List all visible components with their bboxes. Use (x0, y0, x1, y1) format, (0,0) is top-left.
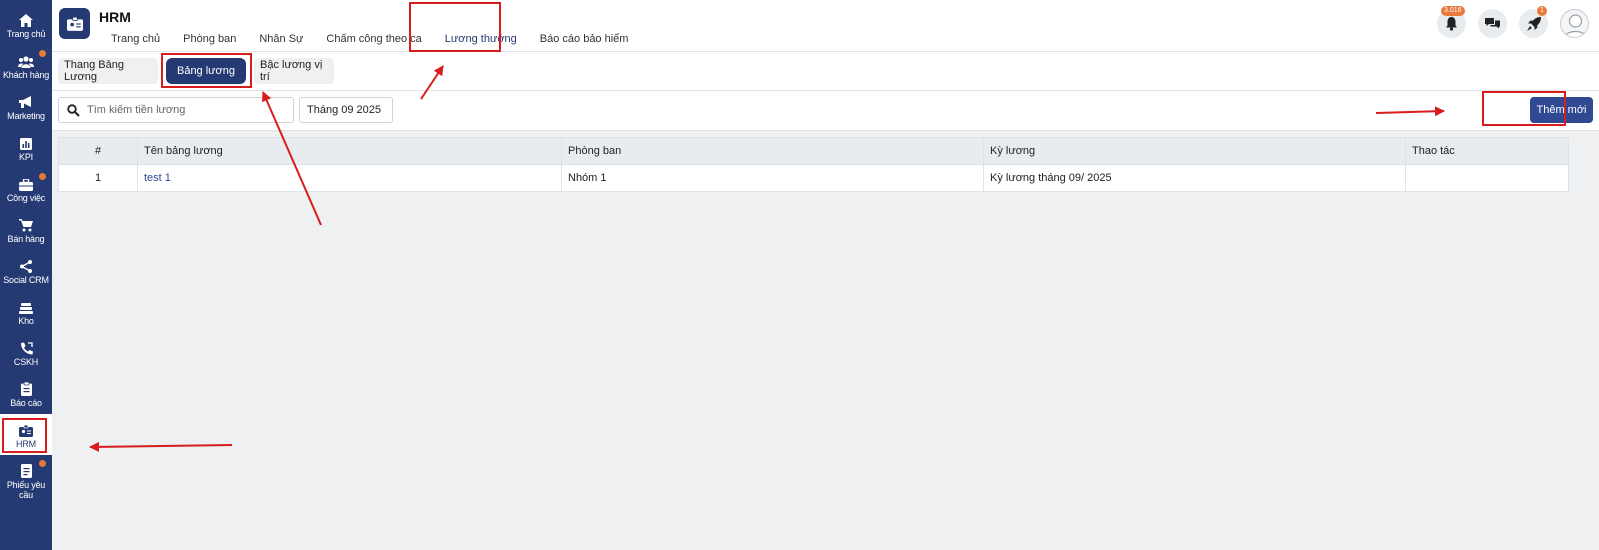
table-row: 1 test 1 Nhóm 1 Kỳ lương tháng 09/ 2025 (59, 165, 1568, 191)
annotation-box-add-button (1482, 91, 1566, 126)
annotation-box-payroll-tab (161, 53, 252, 88)
notification-dot (39, 50, 46, 57)
nav-departments[interactable]: Phòng ban (183, 33, 236, 45)
col-header-actions: Thao tác (1412, 145, 1455, 157)
home-icon (19, 10, 33, 27)
table-header: # Tên bảng lương Phòng ban Kỳ lương Thao… (59, 138, 1568, 165)
notification-dot (39, 460, 46, 467)
col-header-pay-period: Kỳ lương (984, 138, 1406, 164)
sidebar-item-marketing[interactable]: Marketing (0, 86, 52, 127)
rocket-badge: 1 (1537, 6, 1547, 16)
sidebar-item-warehouse[interactable]: Kho (0, 291, 52, 332)
toolbar: Tháng 09 2025 Thêm mới (52, 91, 1599, 131)
sidebar-item-sales[interactable]: Bán hàng (0, 209, 52, 250)
sidebar-item-label: KPI (19, 152, 33, 162)
top-nav: Trang chủ Phòng ban Nhân Sự Chấm công th… (99, 33, 651, 45)
rocket-icon (1526, 16, 1541, 31)
row-pay-period: Kỳ lương tháng 09/ 2025 (984, 165, 1406, 191)
col-header-department: Phòng ban (562, 138, 984, 164)
sidebar-item-kpi[interactable]: KPI (0, 127, 52, 168)
sidebar-item-social-crm[interactable]: Social CRM (0, 250, 52, 291)
sidebar-item-label: Báo cáo (10, 398, 42, 408)
avatar[interactable] (1560, 9, 1589, 38)
sidebar-item-cskh[interactable]: CSKH (0, 332, 52, 373)
id-card-icon (66, 16, 83, 31)
sidebar-item-label: Kho (18, 316, 34, 326)
nav-staff[interactable]: Nhân Sự (259, 33, 303, 45)
month-picker[interactable]: Tháng 09 2025 (299, 97, 393, 123)
payroll-table: # Tên bảng lương Phòng ban Kỳ lương Thao… (58, 137, 1569, 192)
notification-button[interactable]: 3.016 (1437, 6, 1466, 38)
users-icon (18, 51, 34, 68)
chart-icon (20, 133, 32, 150)
col-header-payroll-name: Tên bảng lương (138, 138, 562, 164)
row-actions (1406, 165, 1568, 191)
bell-icon (1446, 16, 1457, 31)
sidebar-item-label: Phiếu yêu cầu (6, 480, 46, 500)
tab-salary-scale[interactable]: Thang Bảng Lương (58, 58, 158, 84)
annotation-box-hrm-menu (2, 418, 47, 453)
warehouse-icon (19, 297, 33, 314)
payroll-name-link[interactable]: test 1 (138, 165, 562, 191)
sidebar-item-label: Trang chủ (6, 29, 46, 39)
page-title: HRM (99, 9, 131, 25)
tab-position-salary-level[interactable]: Bậc lương vị trí (254, 58, 334, 84)
nav-home[interactable]: Trang chủ (111, 33, 160, 45)
cart-icon (19, 215, 33, 232)
chat-button[interactable] (1478, 9, 1507, 38)
rocket-button[interactable]: 1 (1519, 6, 1548, 38)
hrm-logo[interactable] (59, 8, 90, 39)
megaphone-icon (19, 92, 33, 109)
briefcase-icon (19, 174, 33, 191)
row-index: 1 (59, 165, 138, 191)
chat-icon (1485, 18, 1500, 29)
search-box (58, 97, 294, 123)
sidebar-item-customers[interactable]: Khách hàng (0, 45, 52, 86)
sidebar-item-reports[interactable]: Báo cáo (0, 373, 52, 414)
nav-insurance-report[interactable]: Báo cáo bảo hiểm (540, 33, 629, 45)
sidebar-item-label: CSKH (13, 357, 39, 367)
sidebar-item-home[interactable]: Trang chủ (0, 4, 52, 45)
document-icon (20, 461, 32, 478)
notification-badge: 3.016 (1441, 6, 1465, 16)
header-actions: 3.016 1 (1437, 6, 1589, 38)
share-icon (20, 256, 32, 273)
user-avatar-icon (1563, 14, 1588, 37)
col-header-index: # (59, 138, 138, 164)
app-header: HRM Trang chủ Phòng ban Nhân Sự Chấm côn… (52, 0, 1599, 52)
search-input[interactable] (87, 102, 287, 118)
sidebar-item-label: Marketing (7, 111, 45, 121)
sidebar-item-label: Social CRM (3, 275, 49, 285)
sidebar-item-label: Khách hàng (2, 70, 50, 80)
search-icon (67, 104, 80, 117)
notification-dot (39, 173, 46, 180)
sidebar-item-label: Bán hàng (7, 234, 45, 244)
nav-shift-attendance[interactable]: Chấm công theo ca (326, 33, 421, 45)
annotation-box-salary-tab (409, 2, 501, 52)
sidebar-item-requests[interactable]: Phiếu yêu cầu (0, 455, 52, 503)
row-department: Nhóm 1 (562, 165, 984, 191)
sidebar: Trang chủ Khách hàng Marketing KPI Công … (0, 0, 52, 550)
sidebar-item-tasks[interactable]: Công việc (0, 168, 52, 209)
sub-tabs: Thang Bảng Lương Bảng lương Bậc lương vị… (52, 52, 1599, 91)
sidebar-item-label: Công việc (6, 193, 46, 203)
clipboard-icon (20, 379, 32, 396)
phone-icon (20, 338, 33, 355)
arrow-to-hrm-menu (89, 441, 233, 452)
